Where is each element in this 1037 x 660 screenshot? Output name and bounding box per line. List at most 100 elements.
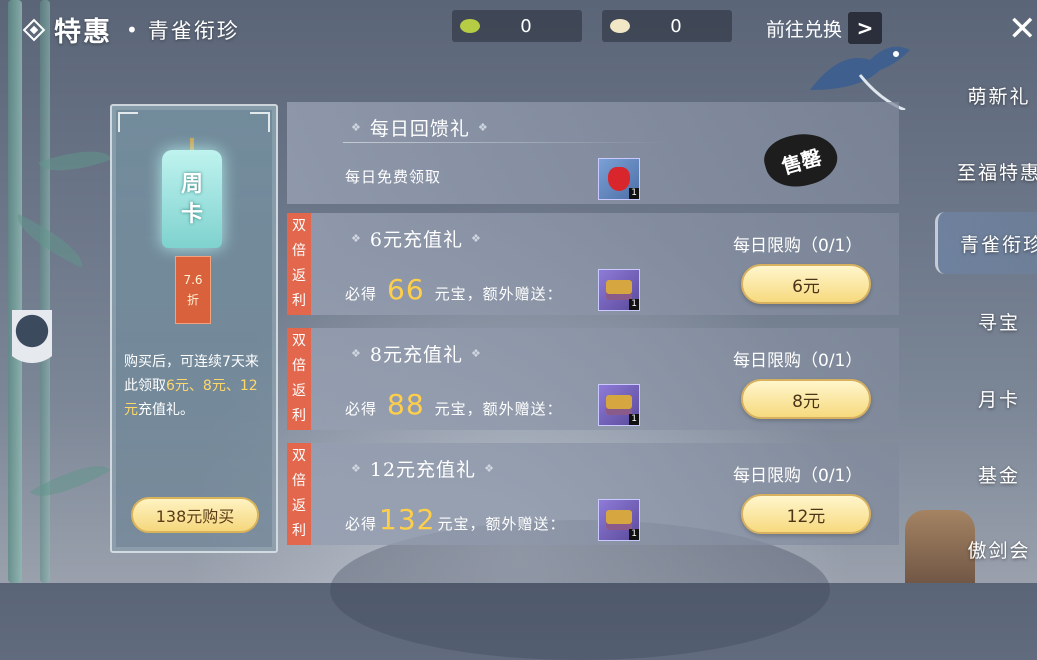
chevron-right-icon: >: [848, 12, 883, 44]
item-quantity: 1: [629, 414, 639, 425]
discount-unit: 折: [186, 293, 199, 307]
currency-white-bean: 0: [602, 10, 732, 42]
double-rebate-badge: 双 倍 返 利: [287, 328, 311, 430]
item-quantity: 1: [629, 188, 639, 199]
corner-ornament: [250, 112, 270, 132]
offer-row-daily: ❖ 每日回馈礼 ❖ 每日免费领取 1 售罄: [287, 102, 899, 204]
nav-item-monthly-card[interactable]: 月卡: [935, 367, 1037, 429]
offer-reward: 必得 132 元宝，额外赠送：: [345, 503, 565, 536]
offer-reward: 必得 66 元宝，额外赠送：: [345, 273, 563, 306]
offer-row-12: 双 倍 返 利 ❖ 12元充值礼 ❖ 必得 132 元宝，额外赠送： 1 每日限…: [287, 443, 899, 545]
reward-item[interactable]: 1: [598, 158, 640, 200]
buy-weekly-card-button[interactable]: 138元购买: [131, 497, 259, 533]
offer-title-text: 每日回馈礼: [369, 118, 470, 140]
white-bean-icon: [610, 19, 630, 33]
badge-char: 返: [292, 498, 306, 514]
page-subtitle: 青雀衔珍: [147, 18, 240, 43]
nav-item-qingque[interactable]: 青雀衔珍: [935, 212, 1037, 274]
reward-amount: 66: [387, 273, 425, 306]
reward-item[interactable]: 1: [598, 269, 640, 311]
weekly-card-panel: 周 卡 7.6 折 购买后，可连续7天来此领取6元、8元、12元充值礼。 138…: [110, 104, 278, 553]
desc-text: 充值礼。: [138, 402, 194, 418]
offer-row-6: 双 倍 返 利 ❖ 6元充值礼 ❖ 必得 66 元宝，额外赠送： 1 每日限购（…: [287, 213, 899, 315]
nav-item-newbie-gift[interactable]: 萌新礼: [935, 64, 1037, 126]
badge-char: 利: [292, 293, 306, 309]
reward-prefix: 必得: [345, 515, 378, 533]
sold-out-stamp: 售罄: [759, 125, 843, 195]
purchase-limit: 每日限购（0/1）: [733, 236, 863, 256]
ornament-icon: ❖: [351, 462, 362, 475]
badge-char: 返: [292, 268, 306, 284]
currency-value: 0: [520, 15, 532, 37]
bird-left-decor: [12, 310, 52, 380]
reward-item[interactable]: 1: [598, 384, 640, 426]
gift-box-icon: [606, 395, 632, 415]
offer-title: ❖ 12元充值礼 ❖: [343, 455, 503, 482]
badge-char: 倍: [292, 473, 306, 489]
badge-char: 双: [292, 333, 306, 349]
nav-item-special-offer[interactable]: 至福特惠: [935, 140, 1037, 202]
nav-item-fund[interactable]: 基金: [935, 443, 1037, 505]
nav-label: 寻宝: [977, 311, 1020, 334]
reward-prefix: 必得: [345, 285, 378, 303]
tag-text: 周: [180, 171, 203, 197]
page-header: 特惠 • 青雀衔珍: [22, 10, 240, 49]
close-icon[interactable]: ✕: [1008, 12, 1037, 46]
purchase-limit: 每日限购（0/1）: [733, 351, 863, 371]
nav-label: 至福特惠: [957, 161, 1037, 184]
reward-item[interactable]: 1: [598, 499, 640, 541]
ornament-icon: ❖: [351, 347, 362, 360]
nav-label: 傲剑会: [967, 539, 1031, 562]
buy-8-button[interactable]: 8元: [741, 379, 871, 419]
exchange-button[interactable]: 前往兑换 >: [766, 12, 883, 44]
reward-suffix: 元宝，额外赠送：: [434, 285, 563, 303]
ornament-icon: ❖: [470, 232, 482, 245]
purchase-limit: 每日限购（0/1）: [733, 466, 863, 486]
offer-reward: 必得 88 元宝，额外赠送：: [345, 388, 563, 421]
badge-char: 利: [292, 408, 306, 424]
nav-item-sword-club[interactable]: 傲剑会: [935, 518, 1037, 580]
ornament-icon: ❖: [470, 347, 482, 360]
gift-box-icon: [606, 280, 632, 300]
tag-text: 卡: [180, 201, 203, 227]
corner-ornament: [118, 112, 138, 132]
buy-6-button[interactable]: 6元: [741, 264, 871, 304]
discount-value: 7.6: [183, 273, 203, 287]
title-separator: •: [126, 17, 138, 42]
green-bean-icon: [460, 19, 480, 33]
reward-prefix: 必得: [345, 400, 378, 418]
ornament-icon: ❖: [477, 121, 489, 134]
badge-char: 双: [292, 448, 306, 464]
offer-reward: 每日免费领取: [345, 166, 441, 187]
buy-12-button[interactable]: 12元: [741, 494, 871, 534]
reward-suffix: 元宝，额外赠送：: [434, 400, 563, 418]
item-quantity: 1: [629, 529, 639, 540]
offer-title: ❖ 8元充值礼 ❖: [343, 340, 490, 367]
weekly-card-tag: 周 卡: [162, 150, 222, 248]
nav-label: 基金: [977, 464, 1020, 487]
reward-suffix: 元宝，额外赠送：: [437, 515, 566, 533]
nav-item-treasure-hunt[interactable]: 寻宝: [935, 290, 1037, 352]
red-pouch-icon: [608, 167, 630, 191]
badge-char: 返: [292, 383, 306, 399]
bamboo-left: [8, 0, 22, 583]
ornament-icon: ❖: [351, 232, 362, 245]
offer-title-text: 6元充值礼: [369, 229, 463, 251]
nav-label: 青雀衔珍: [960, 233, 1037, 256]
currency-green-bean: 0: [452, 10, 582, 42]
discount-badge: 7.6 折: [175, 256, 211, 324]
reward-amount: 132: [379, 503, 436, 536]
double-rebate-badge: 双 倍 返 利: [287, 213, 311, 315]
offer-title: ❖ 6元充值礼 ❖: [343, 225, 490, 252]
divider: [343, 142, 673, 143]
gift-box-icon: [606, 510, 632, 530]
item-quantity: 1: [629, 299, 639, 310]
badge-char: 利: [292, 523, 306, 539]
currency-value: 0: [670, 15, 682, 37]
badge-char: 双: [292, 218, 306, 234]
reward-amount: 88: [387, 388, 425, 421]
page-title: 特惠: [54, 17, 112, 48]
ornament-icon: ❖: [351, 121, 362, 134]
nav-label: 月卡: [977, 388, 1020, 411]
reward-text: 每日免费领取: [345, 168, 442, 186]
